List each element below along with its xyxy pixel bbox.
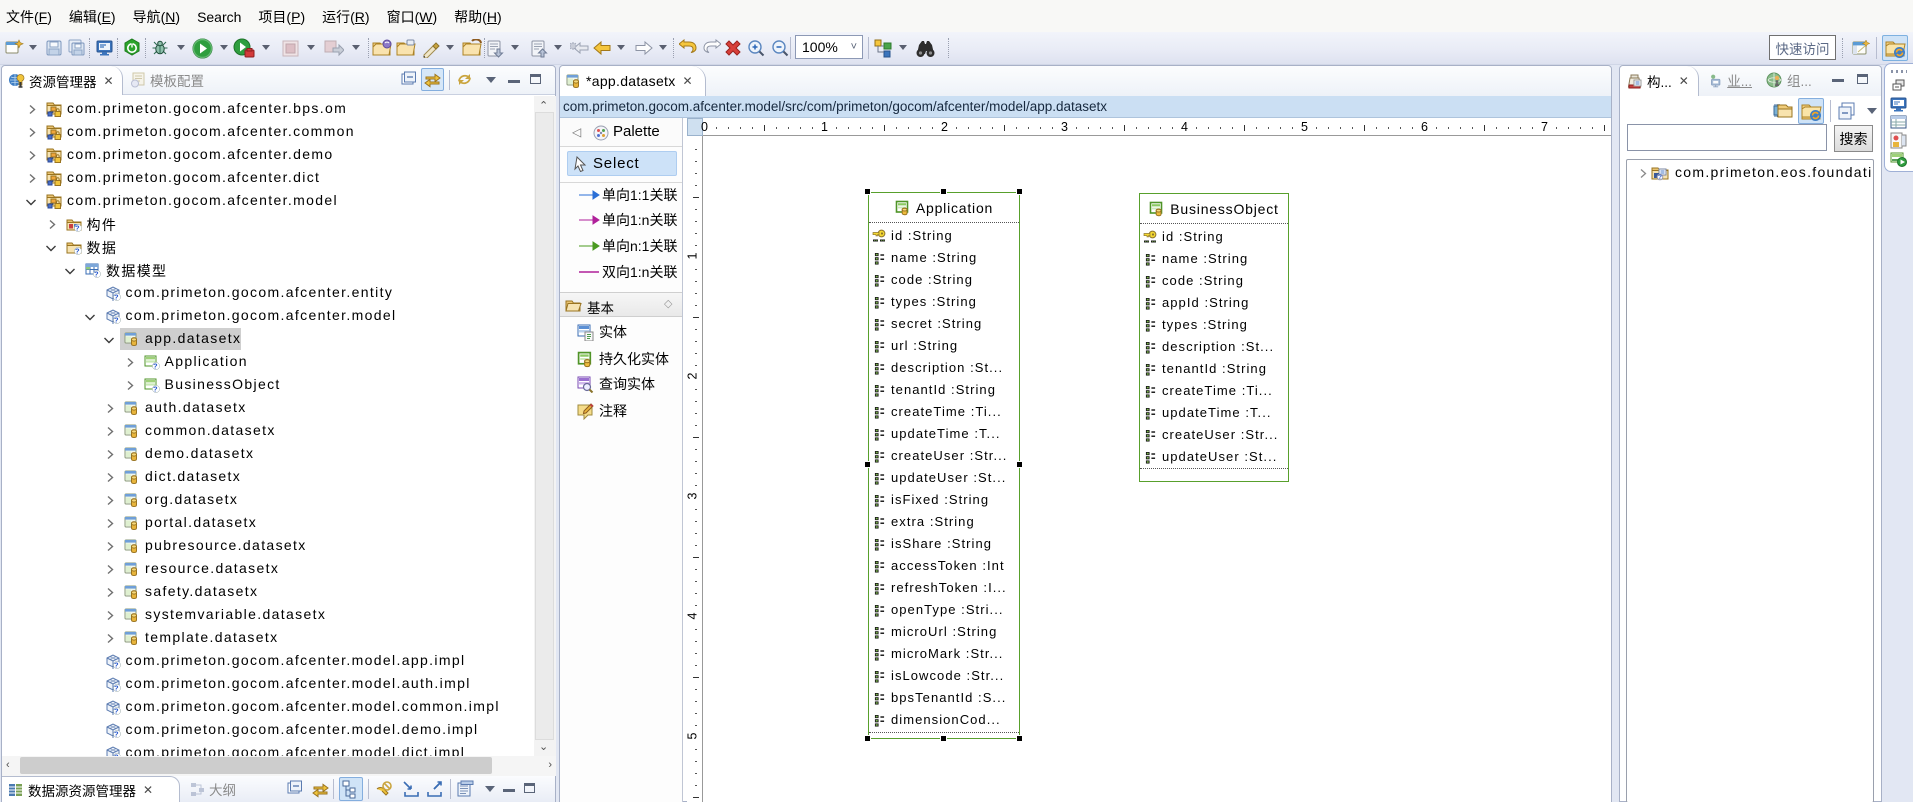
svg-text:?: ?: [1658, 174, 1662, 181]
